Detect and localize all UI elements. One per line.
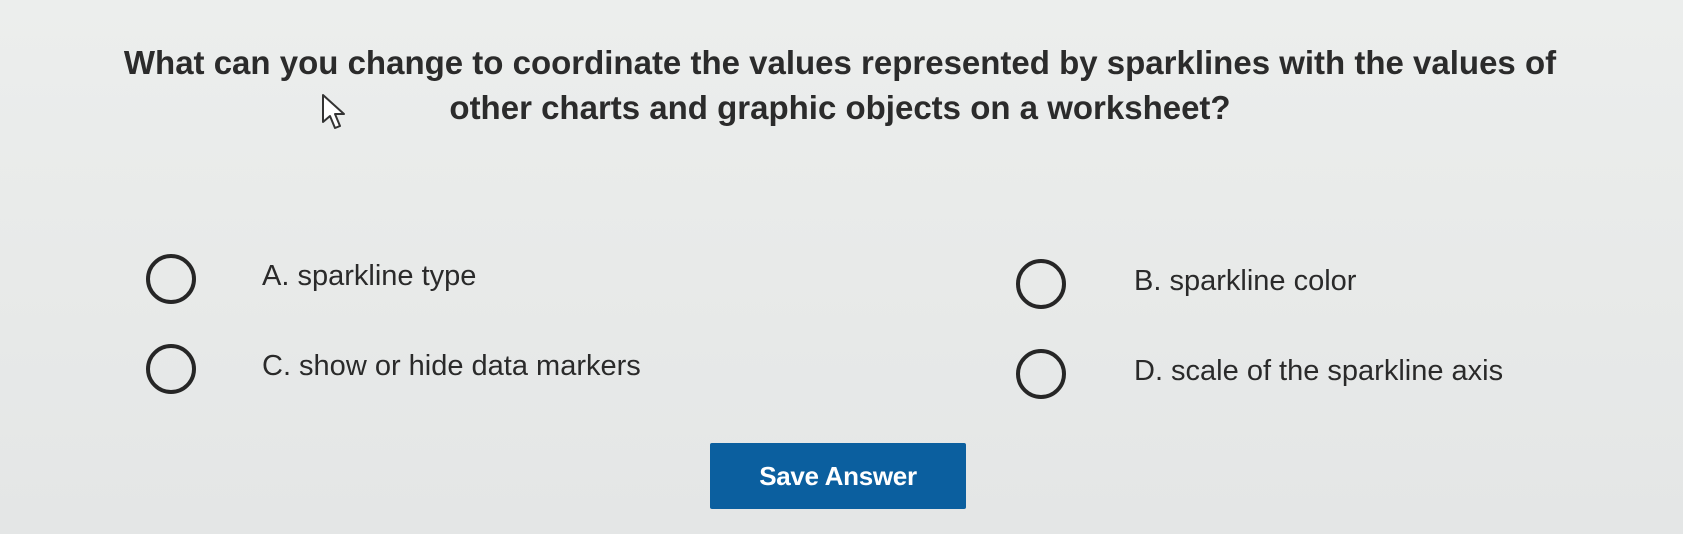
question-line-1: What can you change to coordinate the va… (123, 44, 1557, 81)
quiz-page: What can you change to coordinate the va… (0, 0, 1683, 534)
option-b[interactable]: B. sparkline color (1016, 259, 1356, 309)
question-text: What can you change to coordinate the va… (40, 40, 1640, 130)
option-c[interactable]: C. show or hide data markers (146, 344, 641, 394)
option-d[interactable]: D. scale of the sparkline axis (1016, 349, 1503, 399)
mouse-pointer-icon (322, 94, 345, 129)
question-line-2: other charts and graphic objects on a wo… (449, 89, 1231, 126)
option-b-label: B. sparkline color (1134, 264, 1357, 297)
radio-button-b[interactable] (1016, 259, 1066, 309)
option-a[interactable]: A. sparkline type (146, 254, 476, 304)
option-d-label: D. scale of the sparkline axis (1134, 354, 1504, 387)
save-answer-button[interactable]: Save Answer (710, 443, 966, 509)
radio-button-a[interactable] (146, 254, 196, 304)
radio-button-d[interactable] (1016, 349, 1066, 399)
radio-button-c[interactable] (146, 344, 196, 394)
option-a-label: A. sparkline type (262, 259, 477, 292)
option-c-label: C. show or hide data markers (262, 349, 641, 382)
